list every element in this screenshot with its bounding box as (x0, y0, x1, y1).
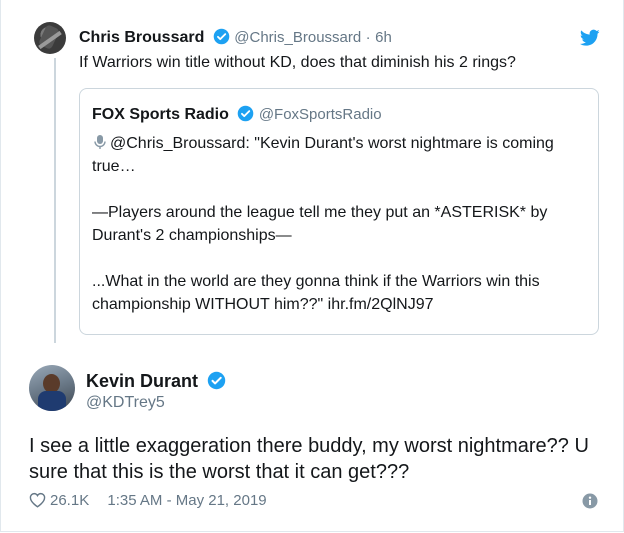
info-icon[interactable] (582, 493, 598, 509)
verified-badge-icon (207, 371, 226, 390)
quoted-author-handle: @FoxSportsRadio (258, 106, 382, 123)
main-tweet: Kevin Durant @KDTrey5 I see a little exa… (0, 350, 624, 533)
quoted-paragraph-3: ...What in the world are they gonna thin… (92, 273, 540, 313)
main-tweet-text: I see a little exaggeration there buddy,… (29, 435, 589, 483)
reply-tweet-header: Chris Broussard @Chris_Broussard · 6h (79, 28, 392, 48)
quoted-tweet-text: @Chris_Broussard: "Kevin Durant's worst … (92, 132, 592, 316)
quoted-paragraph-1-text: @Chris_Broussard: "Kevin Durant's worst … (92, 135, 554, 175)
quoted-tweet-card[interactable]: FOX Sports Radio @FoxSportsRadio @Chris_… (79, 88, 599, 335)
verified-badge-icon (213, 28, 230, 45)
thread-connector-line (54, 58, 56, 343)
main-author-name-row: Kevin Durant (86, 370, 226, 392)
quoted-paragraph-1: @Chris_Broussard: "Kevin Durant's worst … (92, 132, 592, 178)
avatar-kevin-durant[interactable] (29, 365, 75, 411)
quoted-paragraph-2: —Players around the league tell me they … (92, 204, 548, 244)
verified-badge-icon (238, 105, 254, 122)
reply-tweet-text: If Warriors win title without KD, does t… (79, 54, 516, 71)
author-name[interactable]: Chris Broussard (79, 29, 204, 46)
heart-icon[interactable] (29, 492, 46, 508)
reply-tweet: Chris Broussard @Chris_Broussard · 6h If… (0, 0, 624, 350)
tweet-footer: 26.1K 1:35 AM - May 21, 2019 (29, 492, 267, 509)
quoted-author-name: FOX Sports Radio (92, 106, 229, 123)
avatar-chris-broussard[interactable] (34, 22, 66, 54)
main-author-handle[interactable]: @KDTrey5 (86, 394, 165, 412)
main-author-name[interactable]: Kevin Durant (86, 371, 198, 391)
like-count[interactable]: 26.1K (50, 492, 89, 509)
microphone-icon (94, 135, 106, 149)
author-handle[interactable]: @Chris_Broussard (234, 29, 361, 46)
separator-dot: · (365, 29, 371, 46)
tweet-age[interactable]: 6h (375, 29, 392, 46)
quoted-tweet-header: FOX Sports Radio @FoxSportsRadio (92, 105, 382, 125)
twitter-bird-icon[interactable] (580, 29, 600, 47)
tweet-timestamp[interactable]: 1:35 AM - May 21, 2019 (107, 492, 266, 509)
